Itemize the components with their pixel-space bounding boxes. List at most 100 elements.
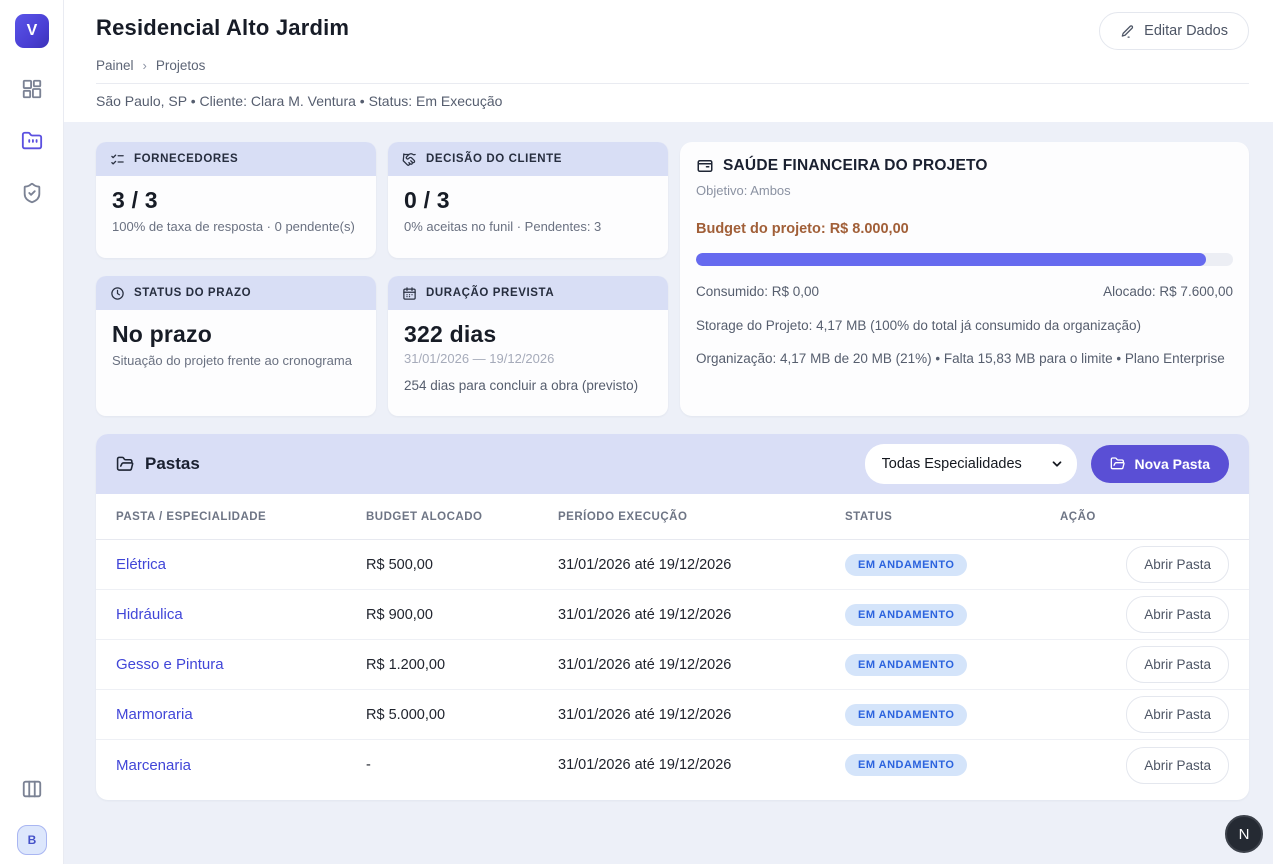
folder-period: 31/01/2026 até 19/12/2026: [558, 557, 845, 573]
folder-budget: R$ 1.200,00: [366, 657, 558, 673]
folders-section: Pastas Todas Especialidades Nova Pasta P…: [96, 434, 1249, 800]
new-folder-button[interactable]: Nova Pasta: [1091, 445, 1229, 483]
table-header-row: PASTA / ESPECIALIDADE BUDGET ALOCADO PER…: [96, 494, 1249, 540]
prazo-value: No prazo: [112, 321, 360, 348]
card-duracao-header: DURAÇÃO PREVISTA: [388, 276, 668, 310]
card-saude-financeira: SAÚDE FINANCEIRA DO PROJETO Objetivo: Am…: [680, 142, 1249, 416]
budget-progress-fill: [696, 253, 1206, 266]
col-status: STATUS: [845, 511, 1060, 523]
specialty-filter-select[interactable]: Todas Especialidades: [865, 444, 1077, 484]
project-meta: São Paulo, SP • Cliente: Clara M. Ventur…: [96, 93, 502, 109]
decisao-value: 0 / 3: [404, 187, 652, 214]
clock-icon: [110, 286, 125, 301]
table-row: Elétrica R$ 500,00 31/01/2026 até 19/12/…: [96, 540, 1249, 590]
fin-allocated: Alocado: R$ 7.600,00: [1103, 284, 1233, 299]
sidebar-item-panels[interactable]: [21, 778, 43, 800]
folder-budget: R$ 900,00: [366, 607, 558, 623]
folders-header: Pastas Todas Especialidades Nova Pasta: [96, 434, 1249, 494]
folder-link[interactable]: Marmoraria: [116, 706, 366, 723]
sidebar-item-projects[interactable]: [21, 130, 43, 152]
fin-title-row: SAÚDE FINANCEIRA DO PROJETO: [696, 157, 1233, 175]
sidebar-item-approvals[interactable]: [21, 182, 43, 204]
fin-organization: Organização: 4,17 MB de 20 MB (21%) • Fa…: [696, 351, 1233, 366]
open-folder-button[interactable]: Abrir Pasta: [1126, 747, 1229, 784]
wallet-icon: [696, 157, 714, 175]
handshake-icon: [402, 152, 417, 167]
card-decisao-header: DECISÃO DO CLIENTE: [388, 142, 668, 176]
folder-budget: R$ 500,00: [366, 557, 558, 573]
col-periodo: PERÍODO EXECUÇÃO: [558, 511, 845, 523]
shield-check-icon: [21, 182, 43, 204]
logo-letter: V: [27, 22, 38, 40]
sidebar-item-dashboard[interactable]: [21, 78, 43, 100]
folder-budget: R$ 5.000,00: [366, 707, 558, 723]
folders-title: Pastas: [145, 454, 200, 474]
header-divider: [96, 83, 1249, 84]
breadcrumb-item-projetos[interactable]: Projetos: [156, 58, 206, 73]
table-row: Hidráulica R$ 900,00 31/01/2026 até 19/1…: [96, 590, 1249, 640]
open-folder-button[interactable]: Abrir Pasta: [1126, 646, 1229, 683]
user-avatar[interactable]: B: [17, 825, 47, 855]
pencil-icon: [1120, 24, 1135, 39]
folder-link[interactable]: Elétrica: [116, 556, 366, 573]
card-fornecedores-header: FORNECEDORES: [96, 142, 376, 176]
app-logo[interactable]: V: [15, 14, 49, 48]
table-row: Marcenaria - 31/01/2026 até 19/12/2026 E…: [96, 740, 1249, 790]
col-budget: BUDGET ALOCADO: [366, 511, 558, 523]
card-fornecedores-title: FORNECEDORES: [134, 153, 238, 165]
folder-open-icon: [116, 455, 135, 474]
page-title: Residencial Alto Jardim: [96, 15, 349, 41]
prazo-subtitle: Situação do projeto frente ao cronograma: [112, 353, 360, 368]
edit-data-label: Editar Dados: [1144, 23, 1228, 39]
folder-budget: -: [366, 757, 558, 773]
fin-amounts-row: Consumido: R$ 0,00 Alocado: R$ 7.600,00: [696, 284, 1233, 299]
fin-title: SAÚDE FINANCEIRA DO PROJETO: [723, 157, 988, 175]
breadcrumb-item-painel[interactable]: Painel: [96, 58, 134, 73]
checklist-icon: [110, 152, 125, 167]
app-root: V B Residencial Alto Jardim Painel › Pro…: [0, 0, 1273, 864]
status-badge: EM ANDAMENTO: [845, 554, 967, 576]
folder-period: 31/01/2026 até 19/12/2026: [558, 757, 845, 773]
sidebar: V B: [0, 0, 64, 864]
fin-storage: Storage do Projeto: 4,17 MB (100% do tot…: [696, 318, 1233, 333]
new-folder-label: Nova Pasta: [1135, 456, 1210, 472]
specialty-filter: Todas Especialidades: [865, 444, 1077, 484]
open-folder-button[interactable]: Abrir Pasta: [1126, 696, 1229, 733]
open-folder-button[interactable]: Abrir Pasta: [1126, 546, 1229, 583]
duracao-note: 254 dias para concluir a obra (previsto): [404, 378, 652, 393]
fornecedores-value: 3 / 3: [112, 187, 360, 214]
col-pasta: PASTA / ESPECIALIDADE: [116, 511, 366, 523]
fab-letter: N: [1239, 826, 1250, 843]
folder-link[interactable]: Hidráulica: [116, 606, 366, 623]
fin-budget: Budget do projeto: R$ 8.000,00: [696, 221, 1233, 237]
card-decisao-cliente: DECISÃO DO CLIENTE 0 / 3 0% aceitas no f…: [388, 142, 668, 258]
breadcrumb-separator: ›: [143, 58, 147, 73]
duracao-value: 322 dias: [404, 321, 652, 348]
fin-objective: Objetivo: Ambos: [696, 183, 1233, 198]
col-acao: AÇÃO: [1060, 511, 1229, 523]
budget-progress-track: [696, 253, 1233, 266]
avatar-letter: B: [28, 833, 37, 847]
status-badge: EM ANDAMENTO: [845, 704, 967, 726]
status-badge: EM ANDAMENTO: [845, 754, 967, 776]
status-badge: EM ANDAMENTO: [845, 654, 967, 676]
card-status-prazo: STATUS DO PRAZO No prazo Situação do pro…: [96, 276, 376, 416]
table-row: Marmoraria R$ 5.000,00 31/01/2026 até 19…: [96, 690, 1249, 740]
open-folder-button[interactable]: Abrir Pasta: [1126, 596, 1229, 633]
projects-folder-icon: [21, 130, 43, 152]
columns-icon: [21, 778, 43, 800]
duracao-date-range: 31/01/2026 — 19/12/2026: [404, 351, 652, 366]
breadcrumb: Painel › Projetos: [96, 58, 205, 73]
folder-link[interactable]: Gesso e Pintura: [116, 656, 366, 673]
card-prazo-header: STATUS DO PRAZO: [96, 276, 376, 310]
floating-action-button[interactable]: N: [1225, 815, 1263, 853]
edit-data-button[interactable]: Editar Dados: [1099, 12, 1249, 50]
decisao-subtitle: 0% aceitas no funil · Pendentes: 3: [404, 219, 652, 234]
card-fornecedores: FORNECEDORES 3 / 3 100% de taxa de respo…: [96, 142, 376, 258]
page-header: Residencial Alto Jardim Painel › Projeto…: [64, 0, 1273, 122]
card-duracao-title: DURAÇÃO PREVISTA: [426, 287, 554, 299]
folder-link[interactable]: Marcenaria: [116, 757, 366, 774]
fin-consumed: Consumido: R$ 0,00: [696, 284, 819, 299]
folder-period: 31/01/2026 até 19/12/2026: [558, 657, 845, 673]
card-prazo-title: STATUS DO PRAZO: [134, 287, 251, 299]
